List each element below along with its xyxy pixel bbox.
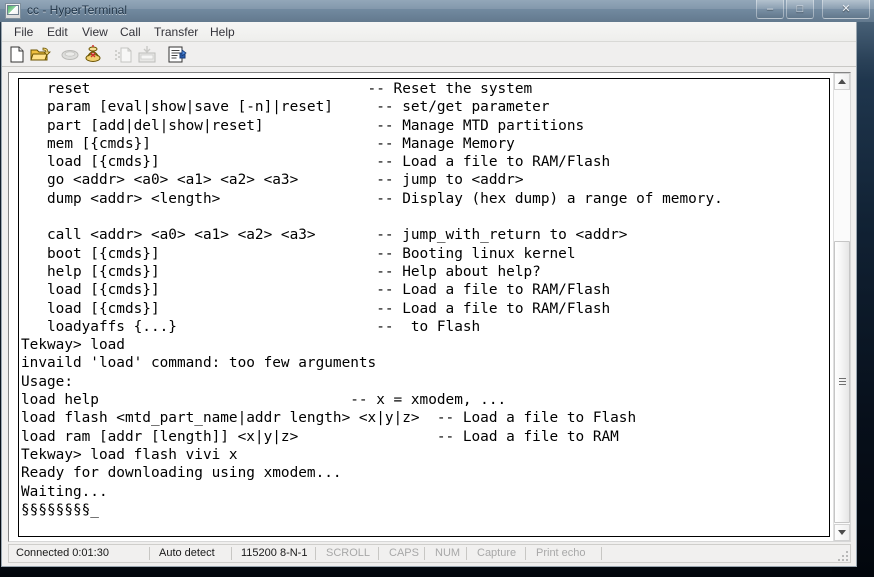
menu-item-file[interactable]: File xyxy=(9,24,38,40)
new-connection-icon[interactable] xyxy=(6,44,28,65)
scroll-up-arrow-icon[interactable] xyxy=(834,73,850,90)
status-cell-115200-8-n-1: 115200 8-N-1 xyxy=(241,547,308,559)
status-cell-connected-0-01-30: Connected 0:01:30 xyxy=(16,547,109,559)
terminal-vertical-scrollbar[interactable] xyxy=(833,73,850,541)
call-icon xyxy=(59,44,81,65)
terminal-area[interactable]: reset -- Reset the system param [eval|sh… xyxy=(8,72,851,542)
status-divider xyxy=(601,547,602,560)
status-cell-num: NUM xyxy=(435,547,461,559)
scroll-down-arrow-icon[interactable] xyxy=(834,524,850,541)
title-bar[interactable]: cc - HyperTerminal – □ ✕ xyxy=(0,0,874,22)
terminal-window-icon xyxy=(5,3,21,19)
status-divider xyxy=(149,547,150,560)
toolbar xyxy=(2,42,856,67)
status-divider xyxy=(466,547,467,560)
maximize-button[interactable]: □ xyxy=(786,0,814,19)
status-divider xyxy=(231,547,232,560)
scroll-thumb[interactable] xyxy=(834,241,850,523)
menu-bar: File Edit View Call Transfer Help xyxy=(2,22,856,42)
status-cell-capture: Capture xyxy=(477,547,517,559)
application-client-area: File Edit View Call Transfer Help reset … xyxy=(1,22,857,567)
menu-item-transfer[interactable]: Transfer xyxy=(149,24,203,40)
status-divider xyxy=(525,547,526,560)
terminal-viewport[interactable]: reset -- Reset the system param [eval|sh… xyxy=(9,73,833,541)
receive-file-icon xyxy=(136,44,158,65)
hangup-icon[interactable] xyxy=(82,44,104,65)
status-cell-print-echo: Print echo xyxy=(536,547,586,559)
status-cell-auto-detect: Auto detect xyxy=(159,547,215,559)
status-cell-scroll: SCROLL xyxy=(326,547,371,559)
status-divider xyxy=(378,547,379,560)
status-bar: Connected 0:01:30 Auto detect 115200 8-N-1… xyxy=(8,544,851,563)
status-divider xyxy=(315,547,316,560)
resize-grip[interactable] xyxy=(836,549,848,561)
status-divider xyxy=(424,547,425,560)
close-button[interactable]: ✕ xyxy=(822,0,870,19)
menu-item-edit[interactable]: Edit xyxy=(42,24,73,40)
terminal-output: reset -- Reset the system param [eval|sh… xyxy=(21,81,723,518)
open-folder-icon[interactable] xyxy=(29,44,51,65)
status-cell-caps: CAPS xyxy=(389,547,419,559)
menu-item-view[interactable]: View xyxy=(77,24,113,40)
minimize-button[interactable]: – xyxy=(756,0,784,19)
window-title: cc - HyperTerminal xyxy=(27,3,128,17)
menu-item-call[interactable]: Call xyxy=(115,24,146,40)
properties-icon[interactable] xyxy=(166,44,188,65)
hyperterminal-window: cc - HyperTerminal – □ ✕ File Edit View Cal… xyxy=(0,0,874,577)
send-file-icon xyxy=(113,44,135,65)
menu-item-help[interactable]: Help xyxy=(205,24,240,40)
terminal-text-frame: reset -- Reset the system param [eval|sh… xyxy=(18,78,830,537)
